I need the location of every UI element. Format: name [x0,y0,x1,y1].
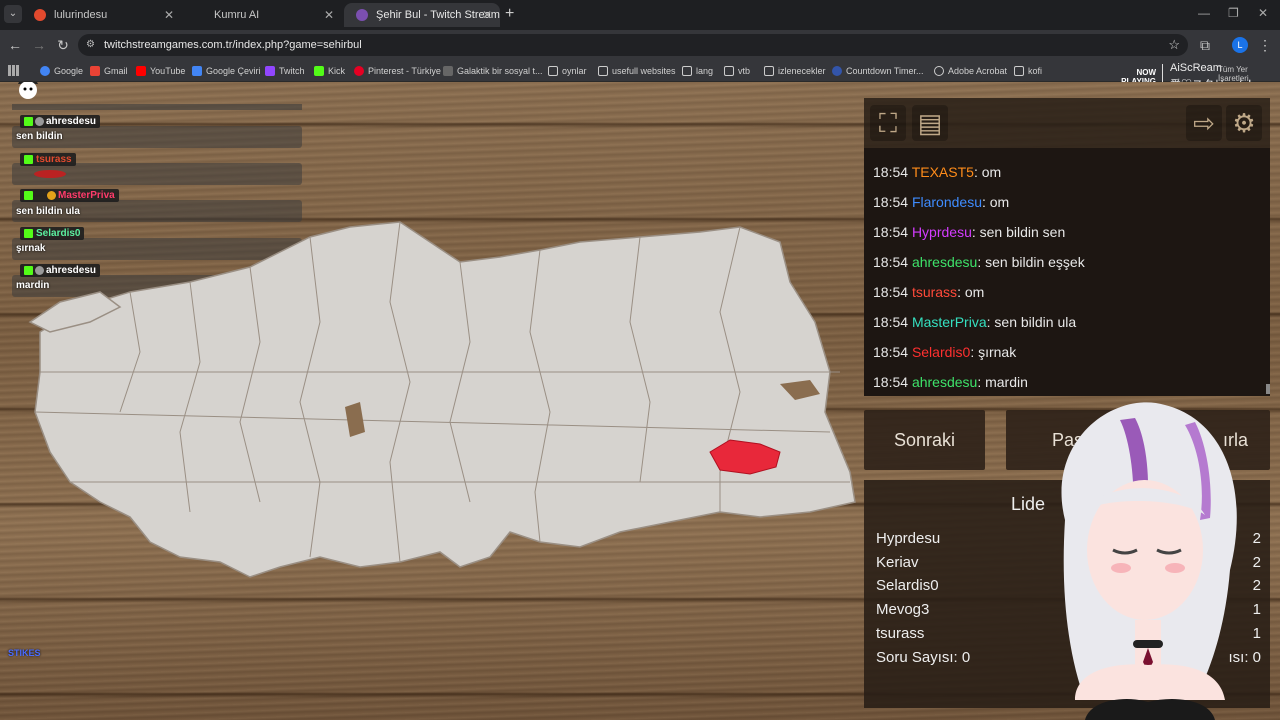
now-playing-artist: AiScReam [1170,62,1222,74]
folder-icon [682,66,692,76]
chat-message: 18:54 ahresdesu: mardin [873,374,1028,390]
turkey-map[interactable] [20,212,870,672]
bookmark-folder-oynlar[interactable]: oynlar [548,60,587,82]
menu-icon[interactable]: ⋮ [1256,36,1274,54]
chat-message: 18:54 Flarondesu: om [873,194,1010,210]
bookmark-google[interactable]: Google [40,60,83,82]
vtuber-avatar [1061,402,1237,720]
address-bar[interactable]: ⚙ twitchstreamgames.com.tr/index.php?gam… [78,34,1188,56]
countdown-icon [832,66,842,76]
navigation-bar: ← → ↻ ⚙ twitchstreamgames.com.tr/index.p… [0,30,1280,60]
translate-icon [192,66,202,76]
galaktik-icon [443,66,453,76]
bookmark-google-translate[interactable]: Google Çeviri [192,60,261,82]
tab-kumru-ai[interactable]: Kumru AI ✕ [182,3,342,27]
tab-title: lulurindesu [54,9,108,21]
folder-icon [764,66,774,76]
game-chat: 18:54 TEXAST5: om 18:54 Flarondesu: om 1… [864,148,1270,396]
bookmark-pinterest[interactable]: Pinterest - Türkiye [354,60,441,82]
bookmark-countdown[interactable]: Countdown Timer... [832,60,924,82]
all-bookmarks-label[interactable]: Tüm Yer İşaretleri [1218,65,1280,83]
forward-icon[interactable]: → [30,36,48,54]
folder-icon [548,66,558,76]
chat-message: 18:54 MasterPriva: sen bildin ula [873,314,1077,330]
close-icon[interactable]: ✕ [164,3,174,27]
bookmark-folder-vtb[interactable]: vtb [724,60,750,82]
bookmark-folder-lang[interactable]: lang [682,60,713,82]
back-icon[interactable]: ← [6,36,24,54]
tab-lulurindesu[interactable]: lulurindesu ✕ [22,3,182,27]
rules-document-icon[interactable]: ▤ [912,105,948,141]
bookmark-folder-izlenecekler[interactable]: izlenecekler [764,60,826,82]
apps-grid-icon[interactable] [8,65,19,76]
settings-gear-icon[interactable]: ⚙ [1226,105,1262,141]
folder-icon [598,66,608,76]
emote-icon [34,170,66,178]
bookmark-folder-kofi[interactable]: kofi [1014,60,1042,82]
tab-favicon-icon [34,9,46,21]
subscriber-badge-icon [47,191,56,200]
bookmark-galaktik[interactable]: Galaktik bir sosyal t... [443,60,543,82]
overlay-chat-name: tsurass [20,153,76,166]
bookmark-adobe[interactable]: Adobe Acrobat [934,60,1007,82]
profile-avatar[interactable]: L [1232,37,1248,53]
bookmark-folder-usefull[interactable]: usefull websites [598,60,676,82]
bookmark-gmail[interactable]: Gmail [90,60,128,82]
chat-message: 18:54 ahresdesu: sen bildin eşşek [873,254,1085,270]
tab-sehir-bul[interactable]: Şehir Bul - Twitch Stream Game ✕ [344,3,500,27]
tab-title: Kumru AI [214,9,260,21]
tab-favicon-icon [356,9,368,21]
globe-icon [934,66,944,76]
folder-icon [724,66,734,76]
overlay-chat-name: ahresdesu [20,115,101,128]
bookmark-youtube[interactable]: YouTube [136,60,185,82]
bookmarks-bar: Google Gmail YouTube Google Çeviri Twitc… [0,60,1280,82]
bookmark-twitch[interactable]: Twitch [265,60,305,82]
overlay-top-bar [12,104,302,110]
province-outline[interactable] [34,221,856,578]
window-close-icon[interactable]: ✕ [1258,6,1268,20]
kick-badge-icon [24,117,33,126]
fullscreen-icon[interactable]: ⛶ [870,105,906,141]
chat-message: 18:54 Selardis0: şırnak [873,344,1017,360]
close-icon[interactable]: ✕ [324,3,334,27]
kick-badge-icon [24,155,33,164]
pinterest-icon [354,66,364,76]
game-toolbar: ⛶ ▤ ⇨ ⚙ [864,98,1270,148]
extensions-icon[interactable]: ⧉ [1196,36,1214,54]
url-text: twitchstreamgames.com.tr/index.php?game=… [104,39,362,51]
tab-strip: ⌄ lulurindesu ✕ Kumru AI ✕ Şehir Bul - T… [0,0,1280,30]
gmail-icon [90,66,100,76]
google-icon [40,66,50,76]
reload-icon[interactable]: ↻ [54,36,72,54]
bookmark-star-icon[interactable]: ☆ [1168,34,1180,56]
chat-message: 18:54 TEXAST5: om [873,164,1002,180]
folder-icon [1014,66,1024,76]
overlay-chat-message: sen bildin [16,131,63,142]
chat-message: 18:54 Hyprdesu: sen bildin sen [873,224,1066,240]
next-button[interactable]: Sonraki [864,410,985,470]
minimize-icon[interactable]: — [1198,6,1210,20]
overlay-chat-name: MasterPriva [20,189,119,202]
tab-search-icon[interactable]: ⌄ [4,5,22,23]
stikes-logo: STIKES [8,648,41,658]
kick-icon [314,66,324,76]
twitch-icon [265,66,275,76]
maximize-icon[interactable]: ❐ [1228,6,1239,20]
kick-badge-icon [24,191,33,200]
witch-mascot-icon [10,82,46,100]
user-badge-icon [35,117,44,126]
new-tab-button[interactable]: + [505,5,514,23]
chat-message: 18:54 tsurass: om [873,284,985,300]
game-page: ahresdesu sen bildin tsurass MasterPriva… [0,82,1280,720]
exit-icon[interactable]: ⇨ [1186,105,1222,141]
close-icon[interactable]: ✕ [482,3,492,27]
chat-scrollbar[interactable] [1266,384,1270,394]
youtube-icon [136,66,146,76]
site-info-icon[interactable]: ⚙ [86,34,95,56]
map-provinces [28,221,856,578]
bookmark-kick[interactable]: Kick [314,60,345,82]
